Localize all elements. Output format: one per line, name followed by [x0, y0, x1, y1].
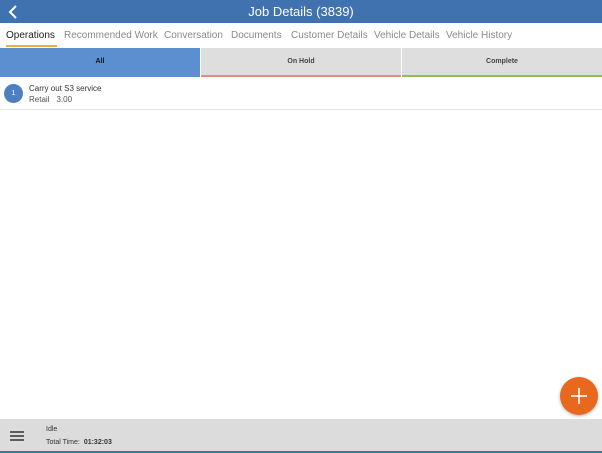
tab-vehicle-details[interactable]: Vehicle Details	[374, 23, 440, 47]
operation-value: 3.00	[56, 95, 73, 104]
operation-number-badge: 1	[4, 84, 23, 103]
tab-vehicle-history[interactable]: Vehicle History	[446, 23, 512, 47]
filter-color-bar	[201, 75, 401, 77]
filter-label: On Hold	[287, 58, 315, 65]
filter-on-hold[interactable]: On Hold	[201, 48, 401, 77]
filter-label: All	[95, 58, 105, 65]
total-time: Total Time: 01:32:03	[46, 439, 112, 446]
tab-customer-details[interactable]: Customer Details	[291, 23, 368, 47]
tab-documents[interactable]: Documents	[231, 23, 282, 47]
tab-conversation[interactable]: Conversation	[164, 23, 223, 47]
operation-meta: Retail 3.00	[29, 95, 72, 104]
total-time-value: 01:32:03	[83, 439, 112, 446]
status-footer: Idle Total Time: 01:32:03	[0, 419, 602, 453]
total-time-label: Total Time:	[46, 439, 80, 446]
app-header: Job Details (3839)	[0, 0, 602, 23]
operation-type: Retail	[29, 95, 50, 104]
tab-operations[interactable]: Operations	[0, 23, 57, 47]
filter-all[interactable]: All	[0, 48, 200, 77]
status-text: Idle	[46, 426, 58, 433]
active-tab-indicator	[6, 45, 57, 47]
tab-label: Operations	[6, 30, 55, 41]
hamburger-menu-icon	[10, 431, 24, 441]
filter-color-bar	[402, 75, 602, 77]
filter-complete[interactable]: Complete	[402, 48, 602, 77]
filter-label: Complete	[486, 58, 518, 65]
menu-button[interactable]	[8, 428, 26, 444]
operation-name: Carry out S3 service	[29, 84, 102, 93]
tab-recommended-work[interactable]: Recommended Work	[64, 23, 158, 47]
page-title: Job Details (3839)	[248, 4, 354, 19]
tab-bar: Operations Recommended Work Conversation…	[0, 23, 602, 47]
add-operation-button[interactable]	[560, 377, 598, 415]
operation-list-item[interactable]: 1 Carry out S3 service Retail 3.00	[0, 78, 602, 110]
plus-icon	[571, 388, 587, 404]
